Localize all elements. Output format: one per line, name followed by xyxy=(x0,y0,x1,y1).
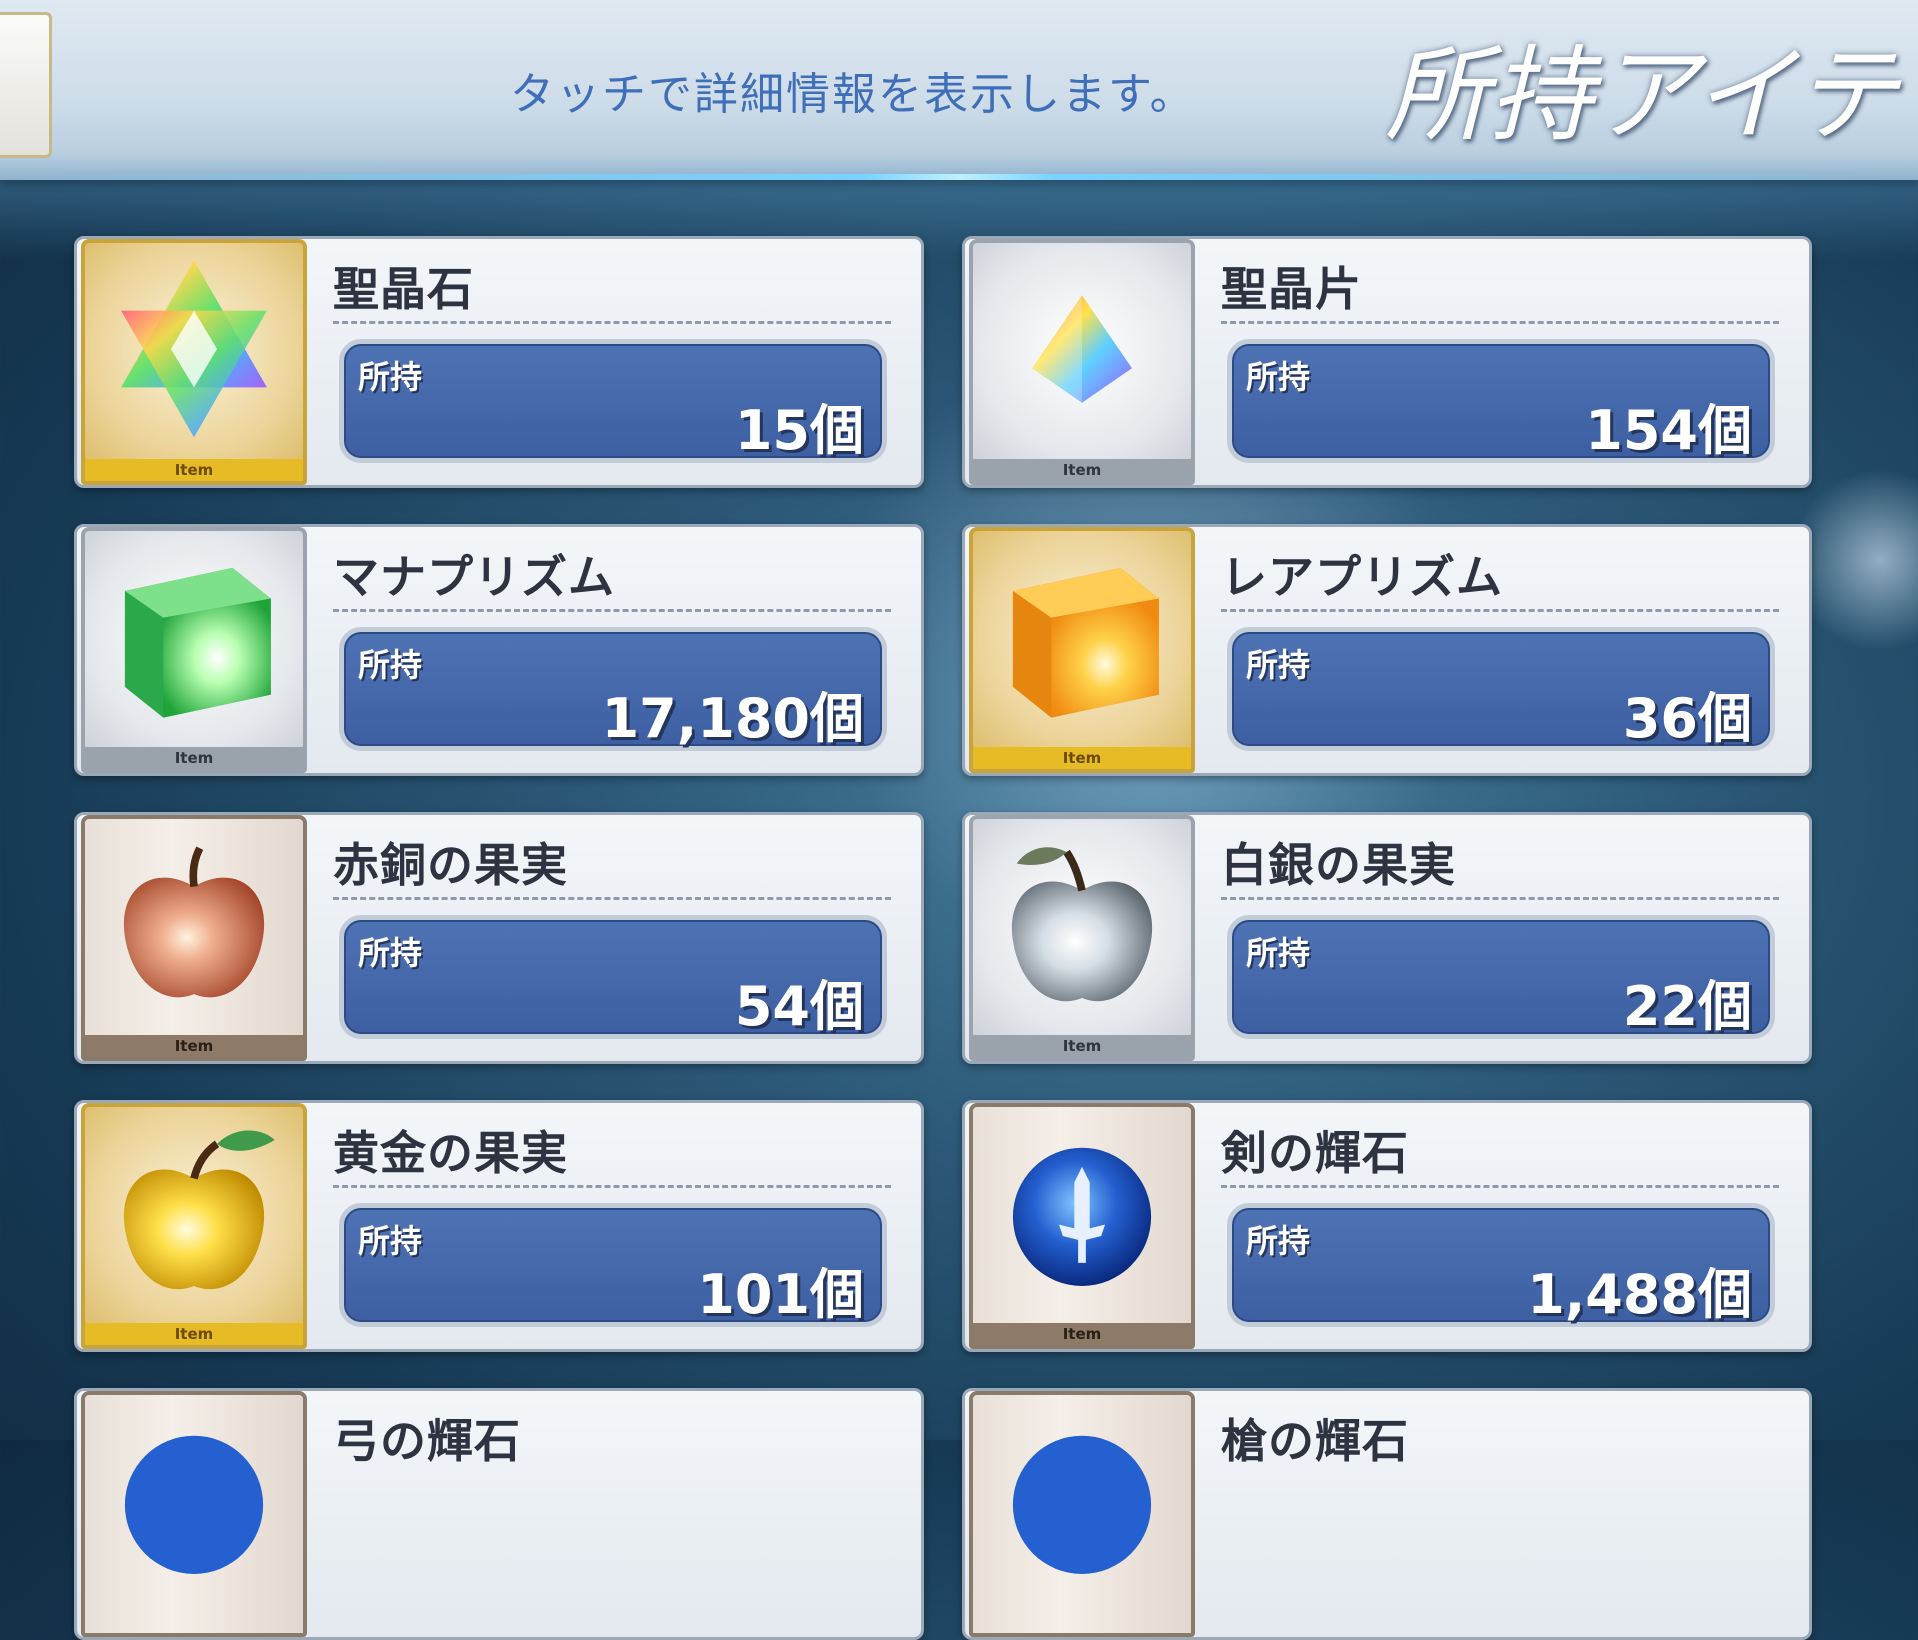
divider xyxy=(333,1185,891,1188)
item-name: 剣の輝石 xyxy=(1221,1126,1409,1180)
divider xyxy=(1221,609,1779,612)
item-name: 白銀の果実 xyxy=(1221,838,1456,892)
item-card-golden-fruit[interactable]: Item 黄金の果実 所持 101個 xyxy=(74,1100,924,1352)
item-tag: Item xyxy=(973,1035,1191,1057)
owned-label: 所持 xyxy=(358,934,423,972)
owned-count-box: 所持 15個 xyxy=(339,339,887,463)
owned-label: 所持 xyxy=(1246,646,1311,684)
owned-count-box: 所持 17,180個 xyxy=(339,627,887,751)
item-card-bronze-fruit[interactable]: Item 赤銅の果実 所持 54個 xyxy=(74,812,924,1064)
owned-count: 15個 xyxy=(734,399,864,462)
owned-label: 所持 xyxy=(1246,358,1311,396)
owned-count-box: 所持 54個 xyxy=(339,915,887,1039)
divider xyxy=(1221,897,1779,900)
item-thumbnail: Item xyxy=(969,1103,1195,1349)
item-tag: Item xyxy=(973,1323,1191,1345)
item-name: 聖晶片 xyxy=(1221,262,1362,316)
item-tag: Item xyxy=(85,747,303,769)
owned-count: 101個 xyxy=(697,1263,864,1326)
item-card-archer-gem[interactable]: 弓の輝石 xyxy=(74,1388,924,1640)
item-tag: Item xyxy=(973,459,1191,481)
owned-count-box: 所持 36個 xyxy=(1227,627,1775,751)
item-name: 赤銅の果実 xyxy=(333,838,568,892)
owned-count-box: 所持 1,488個 xyxy=(1227,1203,1775,1327)
owned-count: 17,180個 xyxy=(601,687,864,750)
item-name: 聖晶石 xyxy=(333,262,474,316)
divider xyxy=(333,321,891,324)
hint-text: タッチで詳細情報を表示します。 xyxy=(510,69,1196,120)
divider xyxy=(1221,321,1779,324)
quartz-fragment-icon xyxy=(1032,295,1132,403)
owned-label: 所持 xyxy=(358,646,423,684)
divider xyxy=(333,609,891,612)
back-button[interactable] xyxy=(0,12,52,158)
header-bar: タッチで詳細情報を表示します。 所持アイテ xyxy=(0,0,1918,180)
mana-prism-icon xyxy=(124,567,271,718)
owned-count: 154個 xyxy=(1585,399,1752,462)
owned-count-box: 所持 101個 xyxy=(339,1203,887,1327)
owned-count: 1,488個 xyxy=(1527,1263,1752,1326)
divider xyxy=(1221,1185,1779,1188)
item-tag: Item xyxy=(85,1035,303,1057)
item-name: 弓の輝石 xyxy=(333,1414,521,1468)
item-card-silver-fruit[interactable]: Item 白銀の果実 所持 22個 xyxy=(962,812,1812,1064)
owned-label: 所持 xyxy=(358,358,423,396)
item-name: 黄金の果実 xyxy=(333,1126,568,1180)
saint-quartz-icon xyxy=(121,260,267,438)
item-card-quartz-fragment[interactable]: Item 聖晶片 所持 154個 xyxy=(962,236,1812,488)
item-thumbnail: Item xyxy=(81,239,307,485)
golden-apple-icon xyxy=(123,1130,275,1290)
owned-count-box: 所持 154個 xyxy=(1227,339,1775,463)
item-card-rare-prism[interactable]: Item レアプリズム 所持 36個 xyxy=(962,524,1812,776)
owned-count: 22個 xyxy=(1622,975,1752,1038)
item-thumbnail: Item xyxy=(81,815,307,1061)
owned-count: 54個 xyxy=(734,975,864,1038)
item-thumbnail: Item xyxy=(969,239,1195,485)
page-title: 所持アイテ xyxy=(1385,34,1898,156)
saber-gem-icon xyxy=(1012,1147,1152,1286)
divider xyxy=(333,897,891,900)
item-card-lancer-gem[interactable]: 槍の輝石 xyxy=(962,1388,1812,1640)
owned-count: 36個 xyxy=(1622,687,1752,750)
item-name: 槍の輝石 xyxy=(1221,1414,1409,1468)
item-card-mana-prism[interactable]: Item マナプリズム 所持 17,180個 xyxy=(74,524,924,776)
item-thumbnail: Item xyxy=(81,1103,307,1349)
item-thumbnail xyxy=(81,1391,307,1637)
rare-prism-icon xyxy=(1012,567,1159,718)
owned-label: 所持 xyxy=(1246,1222,1311,1260)
item-tag: Item xyxy=(85,1323,303,1345)
owned-label: 所持 xyxy=(1246,934,1311,972)
archer-gem-icon xyxy=(124,1435,264,1574)
bronze-apple-icon xyxy=(123,846,265,998)
item-thumbnail: Item xyxy=(969,815,1195,1061)
owned-label: 所持 xyxy=(358,1222,423,1260)
lancer-gem-icon xyxy=(1012,1435,1152,1574)
item-thumbnail: Item xyxy=(969,527,1195,773)
item-card-saint-quartz[interactable]: Item 聖晶石 所持 15個 xyxy=(74,236,924,488)
silver-apple-icon xyxy=(1011,847,1153,1002)
owned-count-box: 所持 22個 xyxy=(1227,915,1775,1039)
item-thumbnail xyxy=(969,1391,1195,1637)
item-tag: Item xyxy=(85,459,303,481)
item-name: レアプリズム xyxy=(1221,550,1503,604)
item-card-saber-gem[interactable]: Item 剣の輝石 所持 1,488個 xyxy=(962,1100,1812,1352)
item-tag: Item xyxy=(973,747,1191,769)
item-thumbnail: Item xyxy=(81,527,307,773)
item-name: マナプリズム xyxy=(333,550,615,604)
